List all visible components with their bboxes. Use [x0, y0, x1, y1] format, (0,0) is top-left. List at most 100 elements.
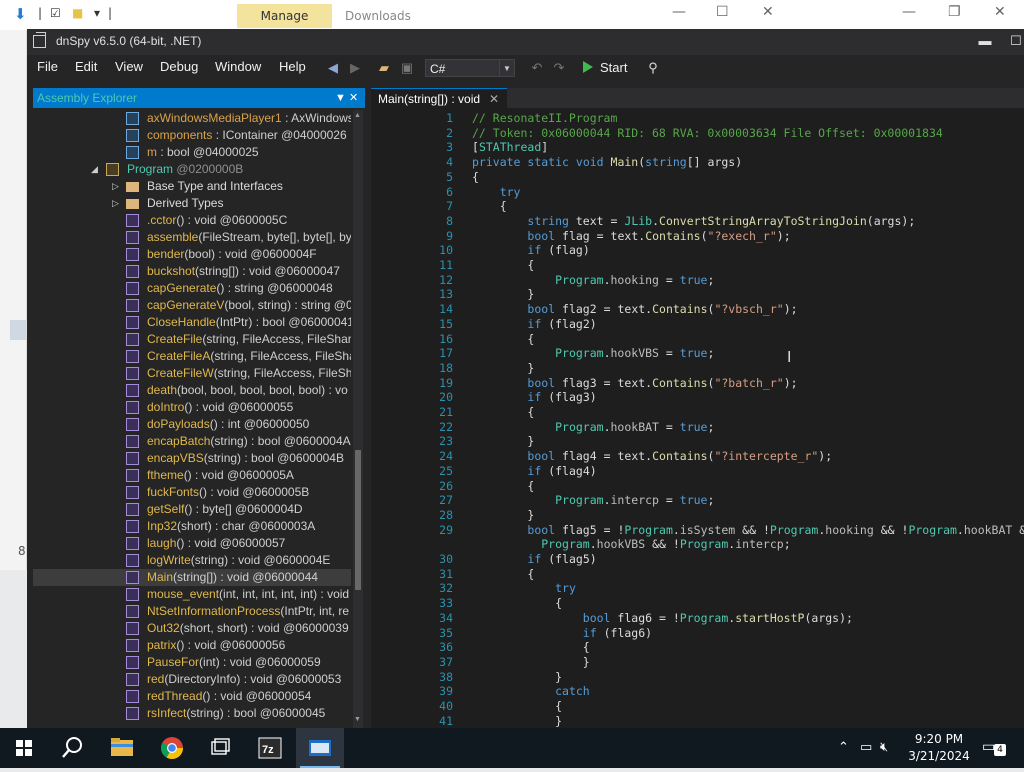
tree-item-method[interactable]: doPayloads() : int @06000050 [33, 416, 351, 433]
code-line[interactable]: 19 bool flag3 = text.Contains("?batch_r"… [371, 375, 1024, 391]
task-view-button[interactable] [196, 728, 244, 768]
start-button[interactable] [0, 728, 48, 768]
close-tab-icon[interactable]: ✕ [489, 92, 499, 106]
tree-item-method[interactable]: getSelf() : byte[] @0600004D [33, 501, 351, 518]
tree-item-method[interactable]: mouse_event(int, int, int, int, int) : v… [33, 586, 351, 603]
tab-main-method[interactable]: Main(string[]) : void ✕ [371, 88, 508, 108]
outer-minimize-button[interactable]: — [902, 4, 916, 20]
code-line[interactable]: 39 catch [371, 683, 1024, 699]
tree-item-method[interactable]: laugh() : void @06000057 [33, 535, 351, 552]
tree-item-folder[interactable]: ▷ Base Type and Interfaces [33, 178, 351, 195]
tree-item-field[interactable]: components : IContainer @04000026 [33, 127, 351, 144]
code-line[interactable]: 30 if (flag5) [371, 551, 1024, 567]
code-line[interactable]: 4 private static void Main(string[] args) [371, 154, 1024, 170]
scroll-down-icon[interactable]: ▼ [354, 716, 361, 723]
navigate-forward-icon[interactable]: ▶ [347, 60, 363, 76]
tree-item-method[interactable]: capGenerateV(bool, string) : string @0 [33, 297, 351, 314]
title-bar[interactable]: dnSpy v6.5.0 (64-bit, .NET) ▬ ☐ [27, 29, 1024, 55]
tree-item-method[interactable]: patrix() : void @06000056 [33, 637, 351, 654]
tree-item-method[interactable]: Main(string[]) : void @06000044 [33, 569, 351, 586]
language-select[interactable]: C# ▼ [425, 59, 515, 77]
tree-item-folder[interactable]: ▷ Derived Types [33, 195, 351, 212]
code-line[interactable]: 34 bool flag6 = !Program.startHostP(args… [371, 610, 1024, 626]
new-folder-icon[interactable]: ■ [72, 6, 83, 20]
code-line[interactable]: 17 Program.hookVBS = true; [371, 345, 1024, 361]
tree-item-method[interactable]: CreateFile(string, FileAccess, FileShare… [33, 331, 351, 348]
bg-maximize-button[interactable]: ☐ [716, 4, 729, 20]
code-line[interactable]: 26 { [371, 478, 1024, 494]
tree-item-method[interactable]: .cctor() : void @0600005C [33, 212, 351, 229]
scroll-up-icon[interactable]: ▲ [354, 112, 361, 119]
assembly-tree[interactable]: axWindowsMediaPlayer1 : AxWindows compone… [33, 110, 351, 728]
code-line[interactable]: 36 { [371, 639, 1024, 655]
code-line[interactable]: 1 // ResonateII.Program [371, 110, 1024, 126]
code-line[interactable]: 6 try [371, 184, 1024, 200]
tree-item-class[interactable]: ◢ Program @0200000B [33, 161, 351, 178]
code-line[interactable]: 32 try [371, 580, 1024, 596]
close-icon[interactable]: ✕ [349, 88, 358, 108]
volume-muted-icon[interactable]: 🔇︎ [880, 740, 888, 755]
save-icon[interactable]: ▣ [399, 60, 415, 76]
code-line[interactable]: 37 } [371, 654, 1024, 670]
tree-item-method[interactable]: CloseHandle(IntPtr) : bool @06000041 [33, 314, 351, 331]
code-line[interactable]: 13 } [371, 286, 1024, 302]
outer-restore-button[interactable]: ❐ [948, 4, 961, 20]
code-line[interactable]: 8 string text = JLib.ConvertStringArrayT… [371, 213, 1024, 229]
tree-item-method[interactable]: encapVBS(string) : bool @0600004B [33, 450, 351, 467]
tree-item-method[interactable]: CreateFileA(string, FileAccess, FileShar [33, 348, 351, 365]
code-line[interactable]: 31 { [371, 566, 1024, 582]
tree-item-method[interactable]: buckshot(string[]) : void @06000047 [33, 263, 351, 280]
code-line[interactable]: 23 } [371, 433, 1024, 449]
tree-item-method[interactable]: rsInfect(string) : bool @06000045 [33, 705, 351, 722]
code-line[interactable]: 12 Program.hooking = true; [371, 272, 1024, 288]
download-arrow-icon[interactable]: ⬇ [14, 5, 27, 23]
code-line[interactable]: 41 } [371, 713, 1024, 728]
menu-window[interactable]: Window [215, 59, 261, 74]
tree-item-method[interactable]: Inp32(short) : char @0600003A [33, 518, 351, 535]
code-line[interactable]: 14 bool flag2 = text.Contains("?vbsch_r"… [371, 301, 1024, 317]
7zip-button[interactable]: 7z [246, 728, 294, 768]
code-view[interactable]: 1 // ResonateII.Program 2 // Token: 0x06000… [371, 110, 1024, 728]
menu-file[interactable]: File [37, 59, 58, 74]
code-line[interactable]: 15 if (flag2) [371, 316, 1024, 332]
code-line[interactable]: 25 if (flag4) [371, 463, 1024, 479]
code-line[interactable]: 28 } [371, 507, 1024, 523]
navigate-back-icon[interactable]: ◀ [325, 60, 341, 76]
code-line[interactable]: 22 Program.hookBAT = true; [371, 419, 1024, 435]
code-line[interactable]: 21 { [371, 404, 1024, 420]
tree-item-method[interactable]: bender(bool) : void @0600004F [33, 246, 351, 263]
file-explorer-button[interactable] [98, 728, 146, 768]
show-hidden-icons-icon[interactable]: ⌃ [838, 740, 849, 755]
manage-tab[interactable]: Manage [237, 4, 332, 28]
code-line[interactable]: 20 if (flag3) [371, 389, 1024, 405]
code-line[interactable]: 24 bool flag4 = text.Contains("?intercep… [371, 448, 1024, 464]
code-line[interactable]: 7 { [371, 198, 1024, 214]
code-line[interactable]: 10 if (flag) [371, 242, 1024, 258]
menu-debug[interactable]: Debug [160, 59, 198, 74]
collapsed-chevron-icon[interactable]: ▷ [112, 178, 122, 195]
tree-scrollbar[interactable]: ▲ ▼ [353, 110, 363, 728]
maximize-button[interactable]: ☐ [1006, 31, 1024, 51]
code-line[interactable]: 33 { [371, 595, 1024, 611]
start-debug-button[interactable]: Start [583, 60, 627, 76]
tree-item-method[interactable]: Out32(short, short) : void @06000039 [33, 620, 351, 637]
code-line[interactable]: 3 [STAThread] [371, 139, 1024, 155]
tree-item-method[interactable]: PauseFor(int) : void @06000059 [33, 654, 351, 671]
code-line[interactable]: 27 Program.intercp = true; [371, 492, 1024, 508]
tree-item-method[interactable]: assemble(FileStream, byte[], byte[], by [33, 229, 351, 246]
dnspy-taskbar-button[interactable] [296, 728, 344, 768]
tree-item-field[interactable]: axWindowsMediaPlayer1 : AxWindows [33, 110, 351, 127]
menu-edit[interactable]: Edit [75, 59, 97, 74]
code-line[interactable]: 5{ [371, 169, 1024, 185]
code-line[interactable]: 35 if (flag6) [371, 625, 1024, 641]
bg-minimize-button[interactable]: — [672, 4, 686, 20]
collapsed-chevron-icon[interactable]: ▷ [112, 195, 122, 212]
minimize-button[interactable]: ▬ [975, 31, 995, 51]
code-line[interactable]: 11 { [371, 257, 1024, 273]
tree-item-method[interactable]: doIntro() : void @06000055 [33, 399, 351, 416]
code-line[interactable]: 40 { [371, 698, 1024, 714]
outer-close-button[interactable]: ✕ [994, 4, 1006, 20]
clock-date[interactable]: 3/21/2024 [904, 749, 974, 763]
code-line[interactable]: 18 } [371, 360, 1024, 376]
tree-item-field[interactable]: m : bool @04000025 [33, 144, 351, 161]
